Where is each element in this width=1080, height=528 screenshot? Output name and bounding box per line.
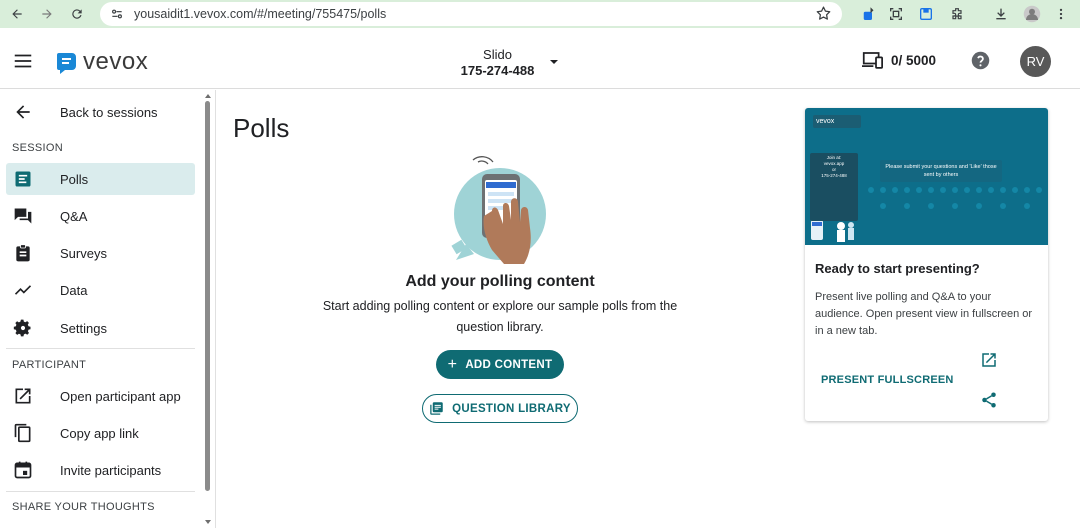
open-new-tab-icon[interactable] (980, 351, 998, 369)
download-icon[interactable] (990, 3, 1012, 25)
present-fullscreen-button[interactable]: PRESENT FULLSCREEN (821, 374, 954, 386)
sidebar-item-surveys[interactable]: Surveys (6, 237, 195, 269)
sidebar-item-label: Polls (60, 171, 89, 187)
address-bar[interactable]: yousaidit1.vevox.com/#/meeting/755475/po… (100, 2, 842, 26)
sidebar-item-open-participant-app[interactable]: Open participant app (6, 380, 195, 412)
scrollbar-thumb[interactable] (205, 101, 210, 491)
url-text: yousaidit1.vevox.com/#/meeting/755475/po… (134, 7, 387, 21)
hamburger-menu-icon[interactable] (12, 50, 34, 72)
section-heading-session: SESSION (12, 142, 64, 154)
calendar-icon (13, 460, 33, 480)
reload-icon[interactable] (62, 0, 92, 28)
profile-avatar-icon[interactable] (1021, 3, 1043, 25)
vevox-logo[interactable]: vevox (56, 48, 148, 76)
vevox-logo-icon (57, 53, 76, 74)
browser-menu-icon[interactable] (1050, 3, 1072, 25)
site-info-icon[interactable] (108, 5, 126, 23)
section-heading-participant: PARTICIPANT (12, 359, 87, 371)
preview-logo: vevox (813, 115, 861, 128)
copy-icon (13, 423, 33, 443)
screenshot-icon[interactable] (885, 3, 907, 25)
data-icon (13, 280, 33, 300)
share-icon[interactable] (980, 391, 998, 409)
app-header: vevox Slido 175-274-488 0/ 5000 RV (0, 34, 1080, 89)
sidebar-item-invite-participants[interactable]: Invite participants (6, 454, 195, 486)
present-card: vevox Join at: vevox.app or 175-274-488 … (805, 108, 1048, 421)
sidebar-divider (6, 348, 195, 349)
session-code: 175-274-488 (460, 63, 535, 78)
sidebar-item-data[interactable]: Data (6, 274, 195, 306)
polls-icon (13, 169, 33, 189)
empty-state-title: Add your polling content (405, 273, 595, 290)
sidebar-divider (6, 491, 195, 492)
plus-icon: + (447, 355, 458, 373)
gear-icon (13, 318, 33, 338)
surveys-icon (13, 243, 33, 263)
participant-counter[interactable]: 0/ 5000 (862, 51, 936, 69)
back-to-sessions-label: Back to sessions (60, 104, 158, 120)
back-to-sessions-link[interactable]: Back to sessions (6, 96, 195, 128)
add-content-label: ADD CONTENT (465, 358, 553, 371)
question-library-button[interactable]: QUESTION LIBRARY (422, 394, 578, 423)
sidebar-item-label: Data (60, 282, 88, 298)
sidebar-item-settings[interactable]: Settings (6, 312, 195, 344)
present-description: Present live polling and Q&A to your aud… (815, 291, 1033, 337)
save-disk-icon[interactable] (915, 3, 937, 25)
sidebar-item-label: Open participant app (60, 388, 181, 404)
user-avatar[interactable]: RV (1020, 46, 1051, 77)
section-heading-feedback: SHARE YOUR THOUGHTS (12, 501, 155, 513)
preview-join-panel: Join at: vevox.app or 175-274-488 (810, 153, 858, 221)
extension-puzzle-blue-icon[interactable] (858, 3, 880, 25)
back-arrow-icon[interactable] (2, 0, 32, 28)
session-name: Slido (483, 47, 512, 62)
open-external-icon (13, 386, 33, 406)
empty-state-description: Start adding polling content or explore … (322, 299, 678, 334)
sidebar-item-label: Settings (60, 320, 107, 336)
sidebar-item-label: Q&A (60, 208, 88, 224)
qa-icon (13, 206, 33, 226)
sidebar-item-label: Copy app link (60, 425, 139, 441)
caret-down-icon[interactable] (549, 59, 559, 65)
sidebar: Back to sessions SESSION Polls Q&A Surve… (0, 90, 216, 528)
present-preview-thumbnail[interactable]: vevox Join at: vevox.app or 175-274-488 … (805, 108, 1048, 245)
participant-count: 0/ 5000 (891, 52, 937, 68)
library-icon (429, 401, 444, 416)
logo-wordmark: vevox (83, 48, 149, 75)
extensions-puzzle-icon[interactable] (946, 3, 968, 25)
polling-phone-illustration (448, 156, 552, 264)
sidebar-item-copy-app-link[interactable]: Copy app link (6, 417, 195, 449)
devices-icon (862, 52, 883, 69)
sidebar-item-label: Surveys (60, 245, 107, 261)
forward-arrow-icon[interactable] (32, 0, 62, 28)
session-selector[interactable]: Slido 175-274-488 (440, 47, 555, 78)
browser-toolbar: yousaidit1.vevox.com/#/meeting/755475/po… (0, 0, 1080, 28)
add-content-button[interactable]: + ADD CONTENT (436, 350, 564, 379)
preview-join-code: 175-274-488 (821, 173, 847, 178)
sidebar-item-label: Invite participants (60, 462, 162, 478)
question-library-label: QUESTION LIBRARY (452, 402, 571, 415)
bookmark-star-icon[interactable] (815, 5, 832, 22)
preview-message: Please submit your questions and 'Like' … (880, 160, 1002, 182)
sidebar-item-qa[interactable]: Q&A (6, 200, 195, 232)
page-title: Polls (233, 113, 290, 143)
arrow-left-icon (13, 102, 33, 122)
help-icon[interactable] (970, 50, 991, 71)
sidebar-item-polls[interactable]: Polls (6, 163, 195, 195)
ready-title: Ready to start presenting? (815, 261, 980, 276)
